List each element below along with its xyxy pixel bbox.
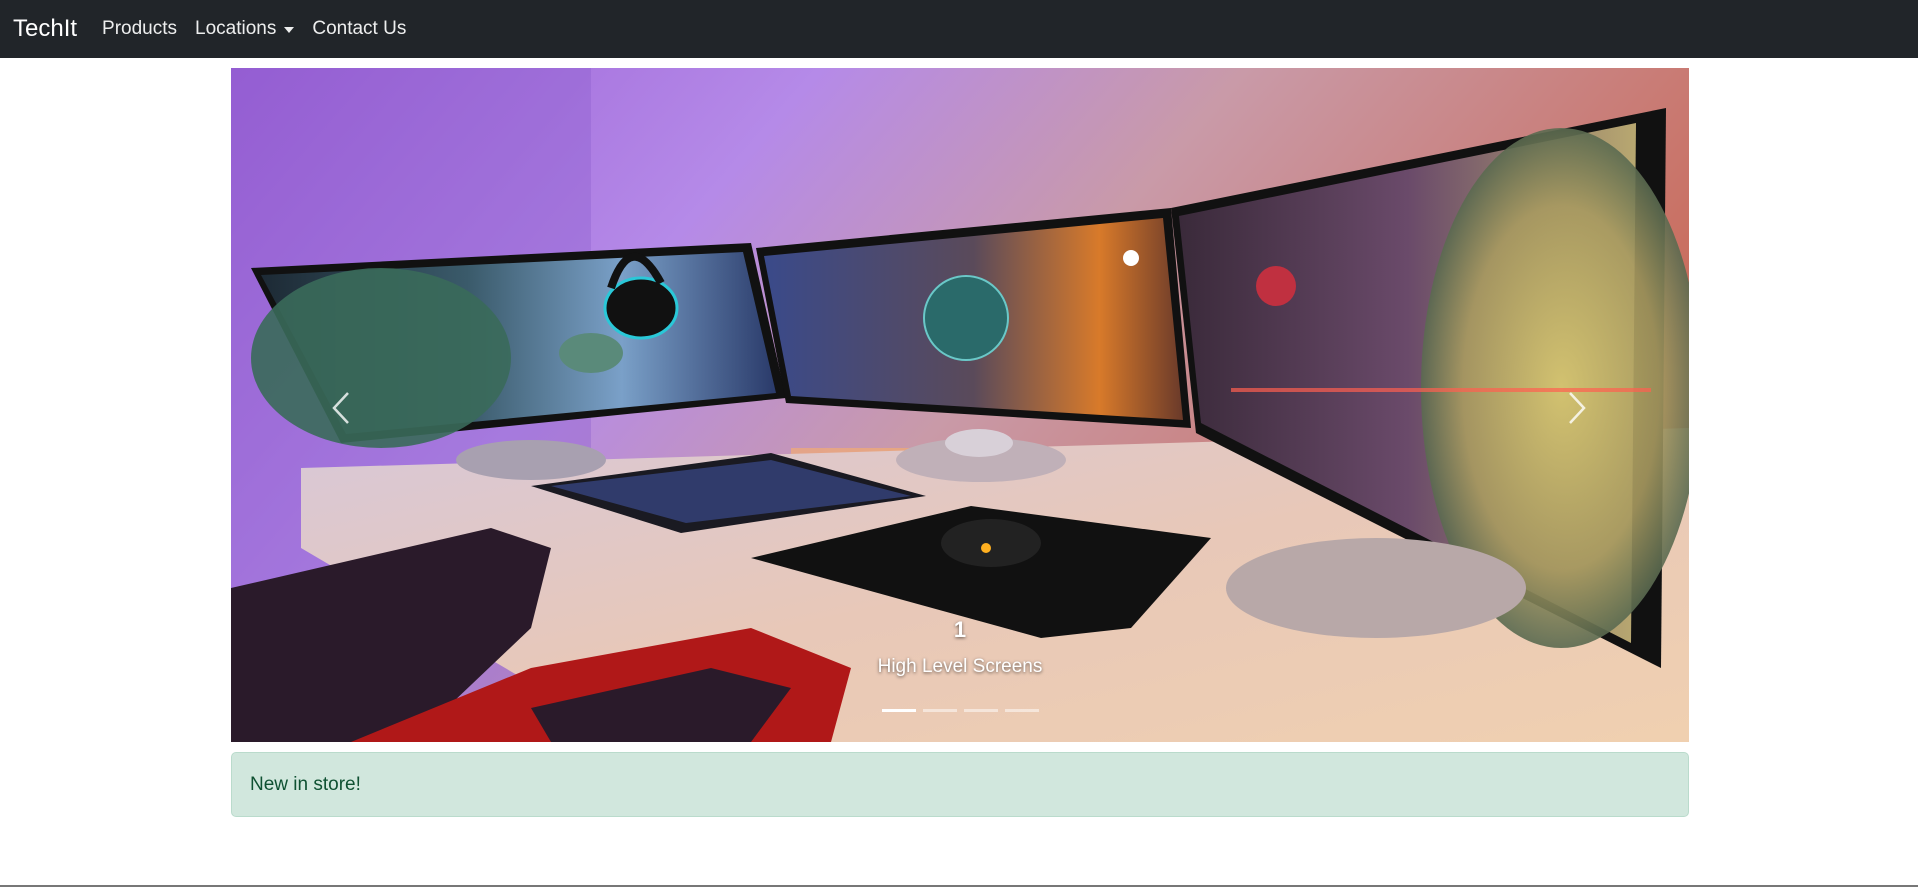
chevron-left-icon xyxy=(332,392,349,424)
nav-contact-us[interactable]: Contact Us xyxy=(312,18,406,40)
brand-link[interactable]: TechIt xyxy=(13,15,77,43)
hero-carousel: 1 High Level Screens xyxy=(231,68,1689,742)
nav-products[interactable]: Products xyxy=(102,18,177,40)
carousel-next-button[interactable] xyxy=(1517,348,1637,468)
carousel-indicator-4[interactable] xyxy=(1004,709,1039,712)
carousel-indicator-2[interactable] xyxy=(922,709,957,712)
carousel-caption-title: 1 xyxy=(953,617,967,642)
top-navbar: TechIt Products Locations Contact Us xyxy=(0,0,1918,58)
nav-locations-dropdown[interactable]: Locations xyxy=(195,18,295,40)
caret-down-icon xyxy=(284,27,295,33)
carousel-indicator-1[interactable] xyxy=(881,709,916,712)
carousel-caption-text: High Level Screens xyxy=(877,656,1043,677)
carousel-prev-button[interactable] xyxy=(281,348,401,468)
chevron-right-icon xyxy=(1569,392,1586,424)
nav-locations-label: Locations xyxy=(195,18,277,39)
carousel-indicator-3[interactable] xyxy=(963,709,998,712)
carousel-indicators xyxy=(231,709,1689,712)
alert-text: New in store! xyxy=(250,773,361,795)
new-in-store-alert: New in store! xyxy=(231,752,1689,817)
